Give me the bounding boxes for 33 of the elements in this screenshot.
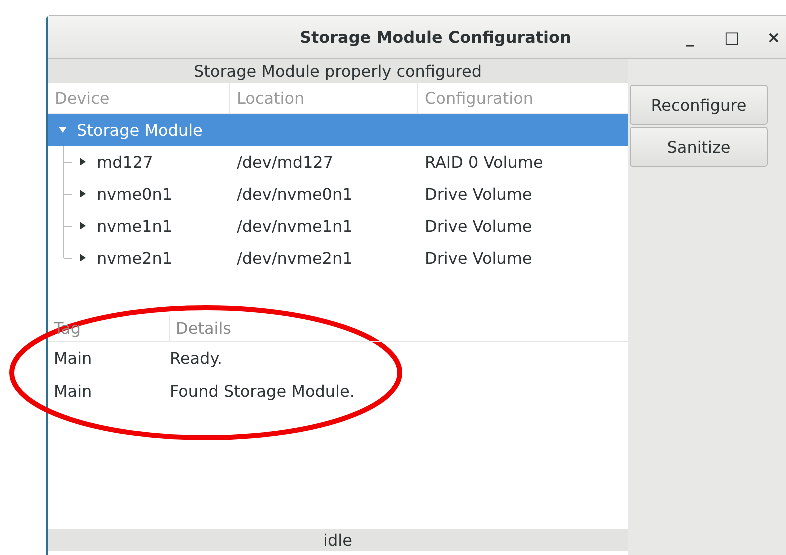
device-name: md127 <box>97 152 154 172</box>
location-cell-text: /dev/nvme1n1 <box>236 216 354 236</box>
close-button[interactable]: × <box>762 24 786 50</box>
expander-icon[interactable] <box>78 253 88 263</box>
device-name: Storage Module <box>77 120 203 140</box>
tree-row[interactable]: nvme2n1 /dev/nvme2n1 Drive Volume <box>48 242 628 274</box>
tag-cell-text: Main <box>53 382 94 401</box>
tree-row[interactable]: md127 /dev/md127 RAID 0 Volume <box>48 146 628 178</box>
status-bar: idle <box>48 529 628 551</box>
minimize-button[interactable]: _ <box>678 24 702 50</box>
sanitize-button[interactable]: Sanitize <box>630 127 768 167</box>
configuration-cell-text: Drive Volume <box>424 184 534 204</box>
location-cell-text: /dev/md127 <box>236 152 335 172</box>
tag-cell-text: Main <box>53 349 94 368</box>
status-message: Storage Module properly configured <box>48 59 628 83</box>
device-name: nvme2n1 <box>97 248 173 268</box>
configuration-cell-text: RAID 0 Volume <box>424 152 544 172</box>
device-name: nvme1n1 <box>97 216 173 236</box>
location-cell-text: /dev/nvme0n1 <box>236 184 354 204</box>
tree-row[interactable]: nvme0n1 /dev/nvme0n1 Drive Volume <box>48 178 628 210</box>
maximize-button[interactable]: □ <box>720 24 744 50</box>
window-title: Storage Module Configuration <box>300 28 572 46</box>
reconfigure-button[interactable]: Reconfigure <box>630 85 768 125</box>
expander-icon[interactable] <box>78 221 88 231</box>
location-cell-text: /dev/nvme2n1 <box>236 248 354 268</box>
expander-icon[interactable] <box>78 189 88 199</box>
details-cell: Found Storage Module. <box>170 382 355 401</box>
device-name: nvme0n1 <box>97 184 173 204</box>
expander-icon[interactable] <box>78 157 88 167</box>
tree-row[interactable]: nvme1n1 /dev/nvme1n1 Drive Volume <box>48 210 628 242</box>
configuration-cell-text: Drive Volume <box>424 248 534 268</box>
details-cell: Ready. <box>170 349 222 368</box>
configuration-cell-text: Drive Volume <box>424 216 534 236</box>
